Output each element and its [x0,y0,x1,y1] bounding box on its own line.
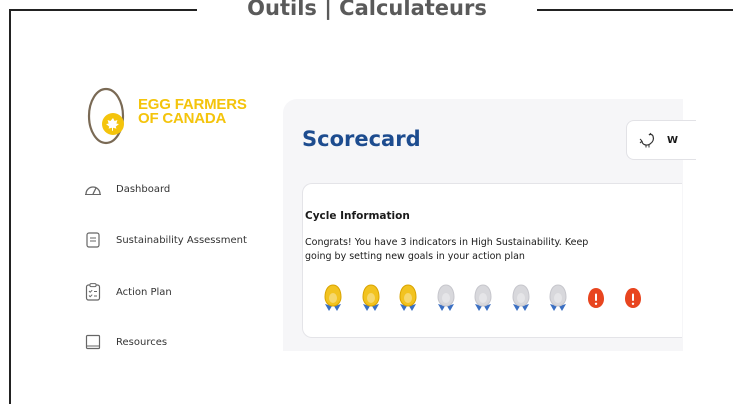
neutral-medal-icon[interactable] [510,284,532,312]
neutral-medal-icon[interactable] [435,284,457,312]
high-sustainability-medal-icon[interactable] [360,284,382,312]
form-icon [84,231,102,249]
sidebar-item-label: Resources [116,336,168,348]
sustainability-indicators [322,284,660,312]
gauge-icon [84,180,102,198]
sidebar-item-label: Action Plan [116,286,172,298]
frame-border-vertical [9,9,11,404]
frame-title: Outils | Calculateurs [247,0,487,20]
checklist-icon [84,283,102,301]
logo-wordmark: EGG FARMERS OF CANADA [138,97,247,127]
sidebar-item-label: Sustainability Assessment [116,234,247,246]
egg-farmers-logo[interactable]: EGG FARMERS OF CANADA [84,80,264,150]
header-action-button[interactable]: W [626,120,696,160]
cycle-info-message-line-2: going by setting new goals in your actio… [305,251,525,262]
neutral-medal-icon[interactable] [472,284,494,312]
frame-border-right [537,9,733,11]
alert-icon[interactable] [622,284,644,312]
alert-icon[interactable] [585,284,607,312]
frame-border-left [9,9,197,11]
cycle-info-message: Congrats! You have 3 indicators in High … [305,236,655,264]
book-icon [84,333,102,351]
sidebar-item-label: Dashboard [116,183,171,195]
page-title: Scorecard [302,127,421,151]
sidebar-item-sustainability-assessment[interactable]: Sustainability Assessment [84,231,247,249]
logo-line-2: OF CANADA [138,110,227,127]
cycle-info-message-line-1: Congrats! You have 3 indicators in High … [305,237,589,248]
neutral-medal-icon[interactable] [547,284,569,312]
high-sustainability-medal-icon[interactable] [397,284,419,312]
header-action-button-label: W [667,134,679,146]
sidebar-item-resources[interactable]: Resources [84,333,167,351]
sidebar-item-dashboard[interactable]: Dashboard [84,180,170,198]
hen-icon [639,132,654,148]
egg-logo-icon [87,87,125,145]
cycle-info-title: Cycle Information [305,210,410,222]
sidebar-item-action-plan[interactable]: Action Plan [84,283,172,301]
high-sustainability-medal-icon[interactable] [322,284,344,312]
